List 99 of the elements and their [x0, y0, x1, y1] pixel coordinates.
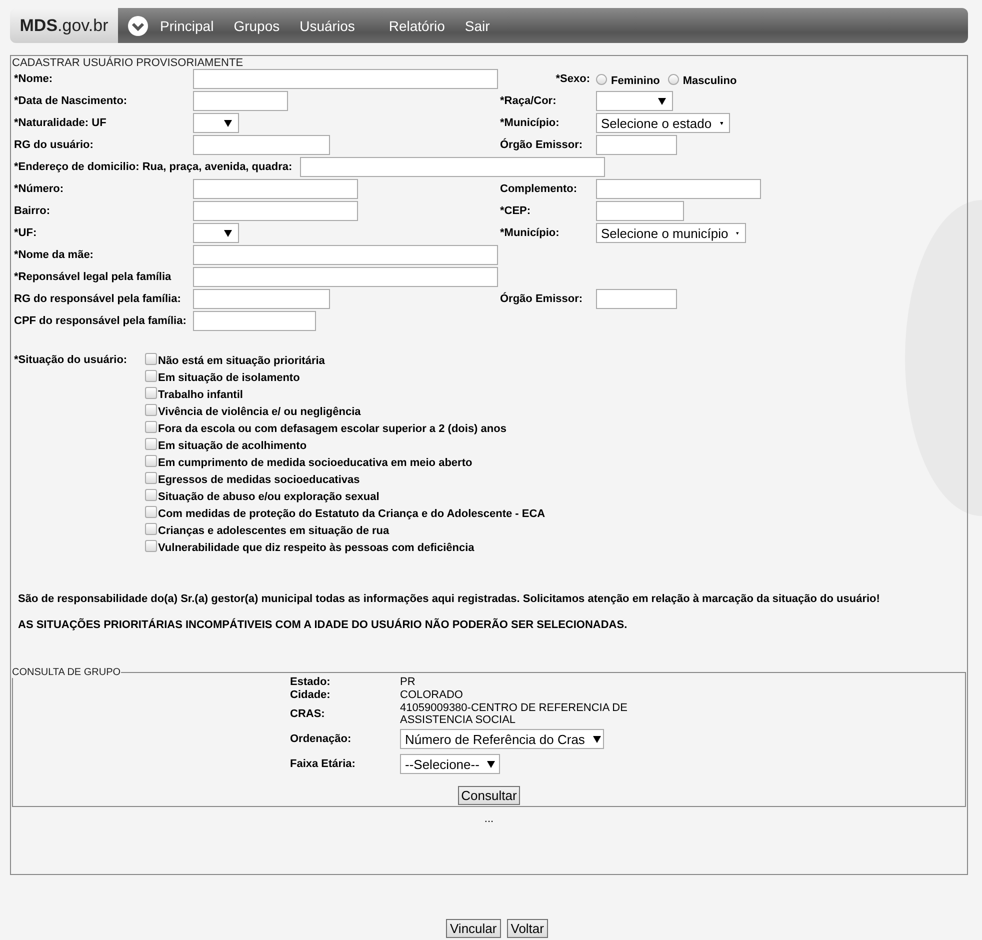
- field-value: PR: [400, 676, 416, 688]
- text-field[interactable]: [596, 289, 677, 309]
- field-label: Estado:: [290, 676, 330, 688]
- checkbox[interactable]: [145, 455, 157, 467]
- notice-text: AS SITUAÇÕES PRIORITÁRIAS INCOMPÁTIVEIS COM A IDADE DO USUÁRIO NÃO PODERÃO SER SELECIONADAS.: [18, 619, 628, 631]
- field-label: *Reponsável legal pela família: [14, 271, 172, 283]
- dropdown[interactable]: --Selecione--: [400, 754, 500, 774]
- text-field[interactable]: [193, 311, 316, 331]
- checkbox-label: Com medidas de proteção do Estatuto da Criança e do Adolescente - ECA: [158, 508, 546, 520]
- checkbox-label: Trabalho infantil: [158, 389, 243, 401]
- field-value: 41059009380-CENTRO DE REFERENCIA DE ASSISTENCIA SOCIAL: [400, 702, 628, 726]
- field-label: *Sexo:: [556, 73, 590, 85]
- text-field[interactable]: [596, 179, 761, 199]
- checkbox[interactable]: [145, 370, 157, 382]
- field-label: Bairro:: [14, 205, 50, 217]
- field-label: CPF do responsável pela família:: [14, 315, 186, 327]
- dropdown[interactable]: Selecione o município: [596, 223, 746, 243]
- radio-button[interactable]: [596, 74, 607, 84]
- field-label: *Naturalidade: UF: [14, 117, 106, 129]
- field-label: *Município:: [500, 227, 560, 239]
- text-field[interactable]: [596, 201, 684, 221]
- checkbox[interactable]: [145, 421, 157, 433]
- checkbox-label: Vivência de violência e/ ou negligência: [158, 406, 361, 418]
- text-field[interactable]: [300, 157, 606, 177]
- field-label: CRAS:: [290, 708, 325, 720]
- checkbox-label: Em cumprimento de medida socioeducativa em meio aberto: [158, 457, 472, 469]
- field-label: Órgão Emissor:: [500, 293, 583, 305]
- ellipsis-text: ...: [484, 813, 494, 825]
- caret-icon: [224, 120, 232, 126]
- field-label: *Data de Nascimento:: [14, 95, 128, 107]
- dropdown[interactable]: Selecione o estado: [596, 113, 730, 133]
- checkbox[interactable]: [145, 353, 157, 365]
- checkbox-label: Em situação de isolamento: [158, 372, 300, 384]
- field-label: Complemento:: [500, 183, 577, 195]
- chevron-down-icon[interactable]: [128, 16, 148, 36]
- dropdown[interactable]: [193, 113, 239, 133]
- field-label: *Município:: [500, 117, 560, 129]
- nav-link[interactable]: Grupos: [234, 18, 280, 34]
- checkbox-label: Em situação de acolhimento: [158, 440, 307, 452]
- checkbox-label: Egressos de medidas socioeducativas: [158, 474, 360, 486]
- field-label: *CEP:: [500, 205, 531, 217]
- checkbox[interactable]: [145, 506, 157, 518]
- checkbox[interactable]: [145, 404, 157, 416]
- text-field[interactable]: [193, 91, 288, 111]
- checkbox[interactable]: [145, 523, 157, 535]
- nav-link[interactable]: Principal: [160, 18, 214, 34]
- checkbox[interactable]: [145, 387, 157, 399]
- group-title: CONSULTA DE GRUPO: [12, 667, 121, 678]
- field-value: COLORADO: [400, 689, 463, 701]
- caret-icon: [592, 736, 601, 742]
- checkbox[interactable]: [145, 540, 157, 552]
- text-field[interactable]: [193, 135, 330, 155]
- radio-label: Feminino: [611, 74, 660, 86]
- text-field[interactable]: [193, 245, 498, 265]
- caret-icon: [658, 98, 666, 104]
- radio-button[interactable]: [668, 74, 679, 84]
- radio-label: Masculino: [682, 74, 737, 86]
- field-label: *Nome:: [14, 73, 53, 85]
- text-field[interactable]: [596, 135, 677, 155]
- field-label: *Número:: [14, 183, 64, 195]
- nav-link[interactable]: Usuários: [300, 18, 355, 34]
- nav-link[interactable]: Relatório: [388, 18, 445, 34]
- field-label: RG do responsável pela família:: [14, 293, 181, 305]
- field-label: Cidade:: [290, 689, 330, 701]
- checkbox-label: Situação de abuso e/ou exploração sexual: [158, 491, 380, 503]
- text-field[interactable]: [193, 179, 358, 199]
- section-title: CADASTRAR USUÁRIO PROVISORIAMENTE: [11, 56, 244, 69]
- caret-icon: [224, 230, 232, 236]
- checkbox[interactable]: [145, 472, 157, 484]
- text-field[interactable]: [193, 267, 498, 287]
- field-label: Órgão Emissor:: [500, 139, 583, 151]
- action-button[interactable]: Vincular: [446, 919, 501, 938]
- field-label: *Raça/Cor:: [500, 95, 556, 107]
- field-label: Ordenação:: [290, 733, 352, 745]
- dropdown[interactable]: [193, 223, 239, 243]
- checkbox-label: Vulnerabilidade que diz respeito às pessoas com deficiência: [158, 542, 474, 554]
- field-label: *Endereço de domicilio: Rua, praça, avenida, quadra:: [14, 161, 292, 173]
- caret-icon: [720, 120, 723, 126]
- text-field[interactable]: [193, 201, 358, 221]
- checkbox[interactable]: [145, 438, 157, 450]
- field-label: RG do usuário:: [14, 139, 94, 151]
- caret-icon: [736, 230, 739, 236]
- field-label: Faixa Etária:: [290, 758, 356, 770]
- site-logo[interactable]: MDS.gov.br: [10, 8, 118, 43]
- notice-text: São de responsabilidade do(a) Sr.(a) gestor(a) municipal todas as informações aqui registradas. Solicitamos atenção em relação à marcação da situação do usuário!: [18, 593, 881, 605]
- dropdown[interactable]: Número de Referência do Cras: [400, 729, 604, 749]
- action-button[interactable]: Voltar: [506, 919, 548, 938]
- nav-link[interactable]: Sair: [464, 18, 490, 34]
- checkbox-label: Não está em situação prioritária: [158, 355, 325, 367]
- checkbox-label: Crianças e adolescentes em situação de rua: [158, 525, 390, 537]
- text-field[interactable]: [193, 289, 330, 309]
- consult-button[interactable]: Consultar: [458, 786, 520, 805]
- field-label: *UF:: [14, 227, 37, 239]
- field-label: *Nome da mãe:: [14, 249, 94, 261]
- caret-icon: [487, 760, 496, 768]
- checkbox-label: Fora da escola ou com defasagem escolar superior a 2 (dois) anos: [158, 423, 506, 435]
- text-field[interactable]: [193, 69, 498, 89]
- field-label: *Situação do usuário:: [14, 353, 128, 368]
- checkbox[interactable]: [145, 489, 157, 501]
